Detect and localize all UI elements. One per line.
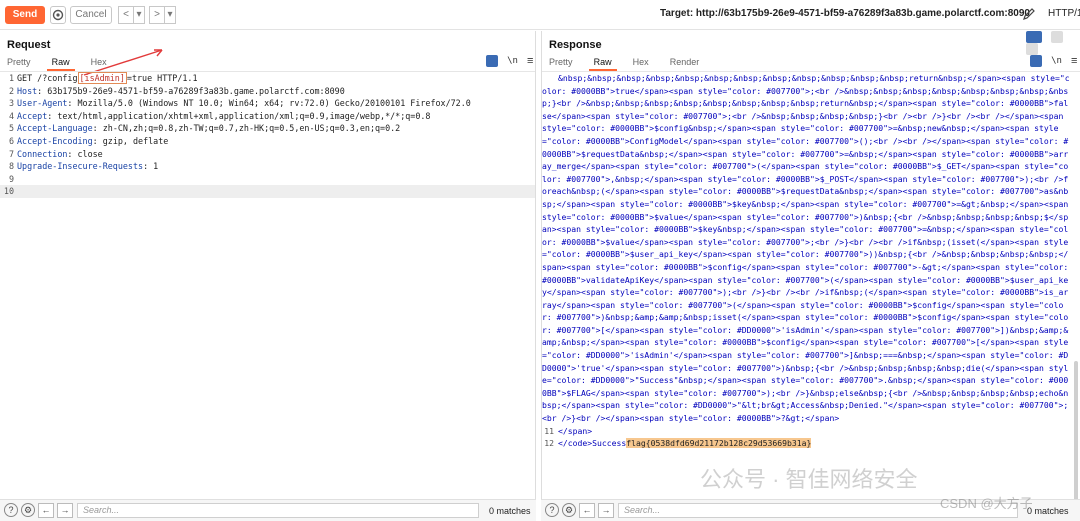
- header-key: Accept-Language: [17, 123, 93, 134]
- header-line: 7 Connection: close: [0, 148, 535, 161]
- empty-line: 9: [0, 173, 535, 186]
- request-method: GET /?config: [17, 73, 78, 83]
- request-param: [isAdmin]: [77, 72, 127, 84]
- response-line-text: </span>: [558, 425, 593, 436]
- settings-gear-icon[interactable]: ⚙: [562, 503, 576, 517]
- forward-dropdown-button[interactable]: ▾: [164, 6, 176, 24]
- header-line: 2 Host: 63b175b9-26e9-4571-bf59-a76289f3a…: [0, 85, 535, 98]
- request-editor[interactable]: 1 GET /?config [isAdmin] =true HTTP/1.1 2H…: [0, 72, 535, 499]
- top-toolbar: Send Cancel < ▾ > ▾ Target: http://63b17…: [0, 0, 1080, 30]
- csdn-watermark: CSDN @大方子: [940, 496, 1033, 511]
- line-number: 1: [8, 73, 14, 83]
- layout-horizontal-icon[interactable]: [1051, 31, 1064, 44]
- line-number: 3: [8, 98, 14, 109]
- header-value: Mozilla/5.0 (Windows NT 10.0; Win64; x64…: [72, 98, 471, 109]
- settings-gear-icon[interactable]: ⚙: [21, 503, 35, 517]
- vertical-scrollbar[interactable]: [1074, 361, 1078, 521]
- response-view-icons: \n ≡: [1024, 55, 1077, 69]
- header-line: 6 Accept-Encoding: gzip, deflate: [0, 135, 535, 148]
- newline-toggle-icon[interactable]: \n: [1051, 56, 1062, 66]
- request-status-bar: ? ⚙ ← → Search... 0 matches: [0, 499, 536, 521]
- tab-raw[interactable]: Raw: [588, 56, 617, 71]
- line-number: 5: [8, 123, 14, 134]
- header-key: User-Agent: [17, 98, 68, 109]
- help-icon[interactable]: ?: [4, 503, 18, 517]
- header-value: zh-CN,zh;q=0.8,zh-TW;q=0.7,zh-HK;q=0.5,e…: [97, 123, 401, 134]
- search-next-button[interactable]: →: [598, 503, 614, 518]
- header-key: Upgrade-Insecure-Requests: [17, 161, 144, 172]
- response-line-flag: 12 </code>Successflag{0538dfd69d21172b12…: [542, 437, 1070, 450]
- send-button[interactable]: Send: [5, 6, 45, 24]
- forward-button[interactable]: >: [149, 6, 165, 24]
- line-number: 2: [8, 85, 14, 96]
- response-body-text: &nbsp;&nbsp;&nbsp;&nbsp;&nbsp;&nbsp;&nbs…: [542, 73, 1070, 424]
- response-panel: Response Pretty Raw Hex Render \n ≡ &nbs…: [541, 31, 1080, 521]
- flag-text: flag{0538dfd69d21172b128c29d53669b31a}: [626, 438, 812, 449]
- search-prev-button[interactable]: ←: [579, 503, 595, 518]
- newline-toggle-icon[interactable]: \n: [507, 56, 518, 66]
- request-panel: Request Pretty Raw Hex \n ≡ 1 GET /?conf…: [0, 31, 536, 499]
- line-number: 9: [8, 173, 14, 184]
- tab-hex[interactable]: Hex: [631, 56, 651, 70]
- response-body-line: &nbsp;&nbsp;&nbsp;&nbsp;&nbsp;&nbsp;&nbs…: [542, 72, 1070, 425]
- request-rest: =true HTTP/1.1: [126, 73, 198, 83]
- response-editor[interactable]: &nbsp;&nbsp;&nbsp;&nbsp;&nbsp;&nbsp;&nbs…: [542, 72, 1070, 499]
- header-value: gzip, deflate: [97, 135, 169, 146]
- tab-pretty[interactable]: Pretty: [547, 56, 575, 70]
- header-value: close: [72, 148, 103, 159]
- header-key: Connection: [17, 148, 68, 159]
- response-line: 11 </span>: [542, 425, 1070, 438]
- header-line: 3 User-Agent: Mozilla/5.0 (Windows NT 10.…: [0, 97, 535, 110]
- line-number: 12: [544, 438, 554, 449]
- line-number: 7: [8, 148, 14, 159]
- request-matches: 0 matches: [489, 506, 531, 516]
- header-key: Accept: [17, 110, 48, 121]
- empty-line-cursor: 10: [0, 185, 535, 198]
- header-line: 5 Accept-Language: zh-CN,zh;q=0.8,zh-TW;q…: [0, 122, 535, 135]
- line-number: 4: [8, 110, 14, 121]
- layout-toggle: [1020, 31, 1080, 56]
- header-key: Host: [17, 85, 38, 96]
- cancel-button[interactable]: Cancel: [70, 6, 112, 24]
- menu-icon[interactable]: ≡: [527, 55, 533, 67]
- layout-split-icon[interactable]: [1026, 31, 1042, 44]
- edit-pencil-icon[interactable]: [1022, 7, 1036, 24]
- pretty-print-icon[interactable]: [1030, 55, 1042, 68]
- header-line: 4 Accept: text/html,application/xhtml+xml…: [0, 110, 535, 123]
- settings-gear-icon[interactable]: [50, 6, 66, 24]
- response-line-prefix: </code>Success: [558, 438, 627, 449]
- response-matches: 0 matches: [1027, 506, 1069, 516]
- help-icon[interactable]: ?: [545, 503, 559, 517]
- tab-pretty[interactable]: Pretty: [5, 56, 33, 70]
- line-number: 8: [8, 161, 14, 172]
- http-version[interactable]: HTTP/1: [1048, 8, 1080, 19]
- line-number: 11: [544, 425, 554, 436]
- menu-icon[interactable]: ≡: [1071, 55, 1077, 67]
- tab-raw[interactable]: Raw: [46, 56, 75, 71]
- search-next-button[interactable]: →: [57, 503, 73, 518]
- line-number: 10: [3, 186, 14, 197]
- request-search-input[interactable]: Search...: [77, 503, 479, 518]
- tab-render[interactable]: Render: [668, 56, 702, 70]
- header-value: text/html,application/xhtml+xml,applicat…: [52, 110, 431, 121]
- layout-vertical-icon[interactable]: [1026, 43, 1038, 56]
- target-url: Target: http://63b175b9-26e9-4571-bf59-a…: [660, 8, 1030, 19]
- pretty-print-icon[interactable]: [486, 55, 498, 68]
- request-title: Request: [7, 39, 51, 51]
- response-title: Response: [549, 39, 602, 51]
- back-button[interactable]: <: [118, 6, 134, 24]
- header-value: 1: [148, 161, 159, 172]
- request-view-icons: \n ≡: [480, 55, 533, 69]
- search-prev-button[interactable]: ←: [38, 503, 54, 518]
- header-line: 8 Upgrade-Insecure-Requests: 1: [0, 160, 535, 173]
- header-key: Accept-Encoding: [17, 135, 93, 146]
- watermark-text: 公众号 · 智佳网络安全: [700, 467, 918, 492]
- back-dropdown-button[interactable]: ▾: [133, 6, 145, 24]
- header-value: 63b175b9-26e9-4571-bf59-a76289f3a83b.gam…: [42, 85, 345, 96]
- response-tabs: Pretty Raw Hex Render: [547, 56, 715, 71]
- line-number: 6: [8, 135, 14, 146]
- request-line: 1 GET /?config [isAdmin] =true HTTP/1.1: [0, 72, 535, 85]
